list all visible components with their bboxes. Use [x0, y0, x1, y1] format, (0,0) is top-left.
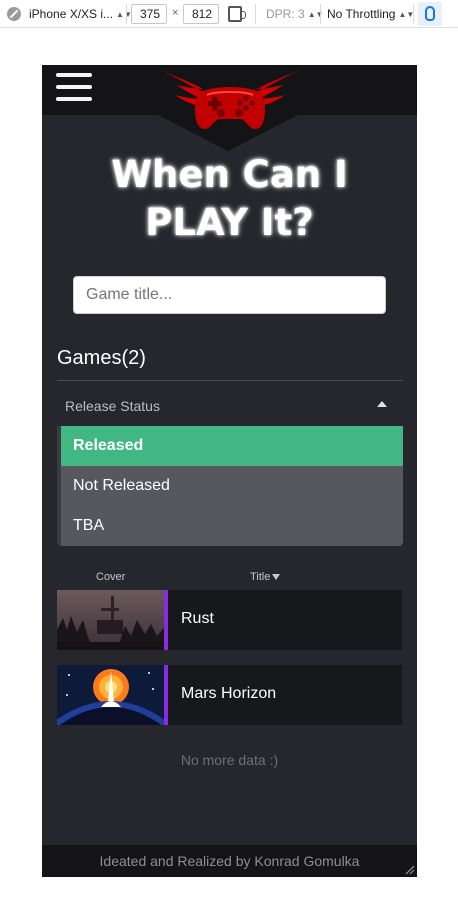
release-status-dropdown: Released Not Released TBA [57, 426, 403, 546]
divider [413, 4, 414, 24]
throttling-label: No Throttling [327, 7, 396, 21]
game-title-search-input[interactable] [73, 276, 386, 314]
device-viewport: When Can I PLAY It? Games(2) Release Sta… [42, 65, 417, 877]
dpr-label: DPR: 3 [266, 7, 305, 21]
device-select-label: iPhone X/XS i... [29, 7, 114, 21]
width-field[interactable]: 375 [131, 4, 167, 24]
option-not-released[interactable]: Not Released [61, 466, 403, 506]
device-select[interactable]: iPhone X/XS i... ▲▼ [29, 7, 132, 21]
disabled-circle-icon [7, 7, 21, 21]
divider [57, 380, 403, 381]
game-title: Mars Horizon [181, 685, 277, 702]
devtools-toolbar: iPhone X/XS i... ▲▼ 375 × 812 DPR: 3 ▲▼ No… [0, 0, 458, 28]
game-cover-image [57, 590, 164, 650]
select-arrows-icon: ▲▼ [116, 10, 132, 19]
release-status-label: Release Status [65, 398, 160, 414]
caret-up-icon [377, 401, 387, 407]
winged-gamepad-logo[interactable] [155, 65, 305, 135]
column-header-cover: Cover [96, 571, 126, 583]
games-count-heading: Games(2) [57, 347, 146, 369]
footer: Ideated and Realized by Konrad Gomulka [42, 845, 417, 877]
touch-toggle-button[interactable] [418, 2, 442, 26]
game-title: Rust [181, 610, 214, 627]
no-more-data-text: No more data :) [180, 752, 279, 768]
footer-credit: Ideated and Realized by Konrad Gomulka [99, 853, 360, 869]
column-header-title[interactable]: Title [250, 571, 281, 583]
times-sign: × [172, 7, 179, 19]
dpr-select[interactable]: DPR: 3 ▲▼ [266, 7, 324, 21]
game-row[interactable]: Mars Horizon [57, 665, 402, 725]
height-field[interactable]: 812 [183, 4, 219, 24]
row-accent-bar [164, 665, 168, 725]
divider [126, 4, 127, 24]
hand-pointer-icon [425, 6, 435, 21]
site-title-line-1: When Can I [111, 153, 348, 196]
hamburger-menu-icon[interactable] [56, 73, 92, 103]
site-title: When Can I PLAY It? [42, 151, 417, 247]
select-arrows-icon: ▲▼ [307, 10, 324, 19]
throttling-select[interactable]: No Throttling ▲▼ [327, 7, 414, 21]
option-tba[interactable]: TBA [61, 506, 403, 546]
sort-down-icon [272, 574, 281, 580]
column-header-title-label: Title [250, 571, 271, 583]
release-status-filter[interactable]: Release Status [57, 390, 403, 422]
game-cover-image [57, 665, 164, 725]
select-arrows-icon: ▲▼ [398, 10, 415, 19]
row-accent-bar [164, 590, 168, 650]
divider [320, 4, 321, 24]
divider [255, 4, 256, 24]
resize-handle-icon[interactable] [403, 863, 415, 875]
game-row[interactable]: Rust [57, 590, 402, 650]
rotate-icon[interactable] [228, 6, 246, 22]
site-title-line-2: PLAY It? [145, 201, 314, 244]
option-released[interactable]: Released [61, 426, 403, 466]
